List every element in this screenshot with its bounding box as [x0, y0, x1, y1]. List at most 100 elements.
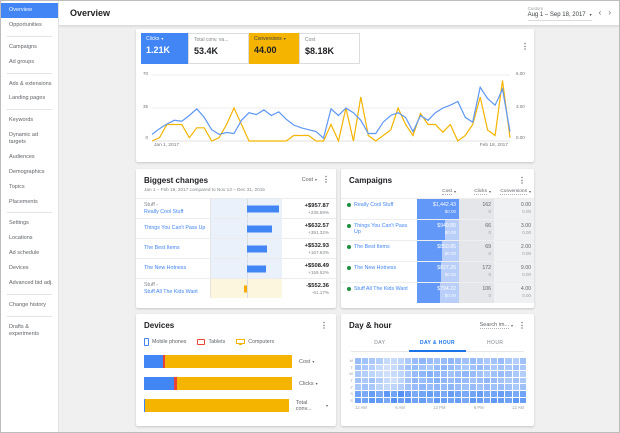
date-next-icon[interactable]: ›	[608, 9, 611, 17]
kebab-menu-icon[interactable]: ⋮	[521, 43, 529, 51]
metric-chip-clicks[interactable]: Clicks ▾ 1.21K	[141, 33, 188, 64]
campaign-link[interactable]: The New Hotness	[136, 265, 210, 271]
heatmap-cell	[412, 390, 419, 397]
sidebar-item-topics[interactable]: Topics	[1, 180, 58, 195]
heatmap-cell	[433, 364, 440, 371]
device-bar	[144, 355, 292, 368]
conversions-value: 0.00	[520, 202, 531, 208]
hour-label: 12 PM	[433, 405, 446, 411]
campaign-link[interactable]: The Best Items	[341, 241, 417, 261]
sidebar-item-placements[interactable]: Placements	[1, 195, 58, 210]
conversions-compare-value: 0.00	[522, 251, 531, 256]
heatmap-cell	[355, 390, 362, 397]
change-bar-cell	[210, 279, 282, 298]
kebab-menu-icon[interactable]: ⋮	[518, 321, 526, 330]
sidebar-item-overview[interactable]: Overview	[1, 3, 58, 18]
campaign-link[interactable]: Stuff All The Kids Want	[341, 283, 417, 303]
cost-compare-value: $0.00	[444, 272, 456, 277]
campaign-link[interactable]: The New Hotness	[341, 262, 417, 282]
metric-selector-label: Search im...	[479, 322, 509, 329]
change-bar	[246, 245, 268, 252]
metric-selector[interactable]: Search im... ▾	[479, 322, 513, 329]
legend-label: Computers	[248, 339, 275, 345]
heatmap-cell	[448, 384, 455, 390]
heatmap-cell	[362, 384, 369, 390]
sidebar-item-advanced-bid-adj[interactable]: Advanced bid adj.	[1, 276, 58, 291]
metric-selector[interactable]: Clicks ▾	[299, 381, 318, 387]
heatmap-cell	[476, 358, 483, 364]
date-prev-icon[interactable]: ‹	[599, 9, 602, 17]
heatmap-cell	[390, 390, 397, 397]
sidebar-item-audiences[interactable]: Audiences	[1, 150, 58, 165]
sidebar-item-keywords[interactable]: Keywords	[1, 113, 58, 128]
heatmap-cell	[462, 390, 469, 397]
heatmap-cell	[383, 377, 390, 384]
status-enabled-icon	[347, 287, 351, 291]
chevron-down-icon: ▾	[589, 11, 592, 17]
heatmap-cell	[369, 397, 376, 404]
change-bar-cell	[210, 219, 282, 238]
tab-hour[interactable]: HOUR	[466, 337, 524, 351]
change-bar	[246, 225, 272, 232]
sidebar-item-label: Landing pages	[9, 95, 46, 102]
sidebar-item-ads-extensions[interactable]: Ads & extensions	[1, 77, 58, 92]
device-bar-row: Total conv... ▾	[144, 399, 328, 412]
sidebar-item-change-history[interactable]: Change history	[1, 298, 58, 313]
sidebar-item-campaigns[interactable]: Campaigns	[1, 40, 58, 55]
heatmap-cell	[519, 384, 526, 390]
column-header-clicks[interactable]: Clicks ▾	[459, 189, 494, 195]
column-header-conversions[interactable]: Conversions ▾	[494, 189, 534, 195]
heatmap-cell	[469, 390, 476, 397]
campaign-link[interactable]: Things You Can't Pass Up	[341, 220, 417, 240]
campaign-link[interactable]: Really Cool Stuff	[341, 199, 417, 219]
date-range-value[interactable]: Aug 1 – Sep 18, 2017 ▾	[527, 11, 592, 21]
clicks-value: 172	[482, 265, 491, 271]
heatmap-cell	[505, 371, 512, 377]
sidebar-item-drafts-experiments[interactable]: Drafts & experiments	[1, 320, 58, 342]
heatmap-cell	[476, 384, 483, 390]
table-row: The New Hotness +$508.49 +159.52%	[136, 258, 336, 278]
heatmap-cell	[390, 364, 397, 371]
kebab-menu-icon[interactable]: ⋮	[518, 176, 526, 185]
campaign-link[interactable]: Stuff - Really Cool Stuff	[136, 202, 210, 215]
sidebar-item-demographics[interactable]: Demographics	[1, 165, 58, 180]
heatmap-cell	[491, 371, 498, 377]
metric-selector[interactable]: Cost ▾	[299, 359, 314, 365]
campaign-link[interactable]: Things You Can't Pass Up	[136, 225, 210, 231]
cost-compare-value: $0.00	[444, 251, 456, 256]
kebab-menu-icon[interactable]: ⋮	[320, 321, 328, 330]
heatmap-cell	[476, 377, 483, 384]
heatmap-cell	[369, 377, 376, 384]
heatmap-cell	[505, 377, 512, 384]
kebab-menu-icon[interactable]: ⋮	[322, 176, 330, 184]
cost-compare-value: $0.00	[444, 293, 456, 298]
sidebar-item-ad-schedule[interactable]: Ad schedule	[1, 246, 58, 261]
heatmap-cell	[491, 397, 498, 404]
sidebar-item-settings[interactable]: Settings	[1, 216, 58, 231]
change-percent: -61.17%	[311, 289, 329, 295]
heatmap-cell	[412, 364, 419, 371]
campaign-link[interactable]: Stuff - Stuff All The Kids Want	[136, 282, 210, 295]
sidebar-item-devices[interactable]: Devices	[1, 261, 58, 276]
heatmap-cell	[405, 358, 412, 364]
sidebar-item-opportunities[interactable]: Opportunities	[1, 18, 58, 33]
tab-day[interactable]: DAY	[351, 337, 409, 351]
metric-chip-cost[interactable]: Cost $8.18K	[299, 33, 360, 64]
metric-chip-conversions[interactable]: Conversions ▾ 44.00	[249, 33, 299, 64]
heatmap-cell	[362, 371, 369, 377]
sidebar-item-locations[interactable]: Locations	[1, 231, 58, 246]
sidebar-item-dynamic-ad-targets[interactable]: Dynamic ad targets	[1, 128, 58, 150]
metric-selector[interactable]: Total conv... ▾	[296, 400, 328, 412]
heatmap-cell	[469, 384, 476, 390]
tab-day-and-hour[interactable]: DAY & HOUR	[408, 337, 467, 352]
sidebar-item-ad-groups[interactable]: Ad groups	[1, 55, 58, 70]
sidebar-item-landing-pages[interactable]: Landing pages	[1, 91, 58, 106]
metric-chip-total-conv-value[interactable]: Total conv. va... 53.4K	[188, 33, 249, 64]
heatmap-cell	[383, 358, 390, 364]
cost-cell: $1,442.43 $0.00	[417, 199, 459, 219]
campaign-link[interactable]: The Best Items	[136, 245, 210, 251]
metric-selector[interactable]: Cost ▾	[302, 177, 317, 183]
column-label: Clicks	[474, 189, 487, 195]
heatmap-cell	[419, 384, 426, 390]
column-header-cost[interactable]: Cost ▾	[417, 189, 459, 195]
